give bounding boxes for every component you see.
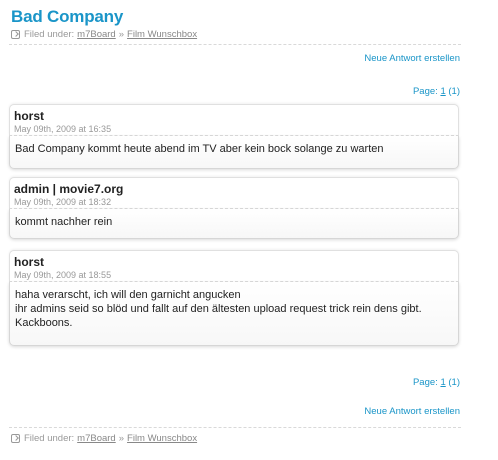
breadcrumb-link-forum[interactable]: Film Wunschbox — [127, 433, 197, 444]
pagination-total: (1) — [448, 86, 460, 97]
post-author: admin | movie7.org — [14, 182, 124, 196]
breadcrumb-link-board[interactable]: m7Board — [77, 29, 116, 40]
post: horst May 09th, 2009 at 18:55 haha verar… — [9, 250, 459, 346]
post-header: horst May 09th, 2009 at 16:35 — [9, 104, 459, 136]
post-date: May 09th, 2009 at 18:32 — [14, 197, 112, 207]
page-link-current[interactable]: 1 — [440, 377, 445, 388]
pagination-label: Page: — [412, 377, 438, 388]
arrow-box-icon — [11, 434, 20, 443]
divider — [9, 427, 461, 428]
new-reply-link[interactable]: Neue Antwort erstellen — [364, 53, 460, 64]
post: admin | movie7.org May 09th, 2009 at 18:… — [9, 177, 459, 239]
post-text-line: kommt nachher rein — [15, 216, 113, 228]
pagination-label: Page: — [412, 86, 438, 97]
post-header: admin | movie7.org May 09th, 2009 at 18:… — [9, 177, 459, 209]
arrow-box-icon — [11, 30, 20, 39]
divider — [9, 44, 461, 45]
post-text-line: Bad Company kommt heute abend im TV aber… — [15, 143, 384, 155]
breadcrumb-prefix: Filed under: — [24, 29, 75, 40]
pagination-total: (1) — [448, 377, 460, 388]
breadcrumb-link-board[interactable]: m7Board — [77, 433, 116, 444]
breadcrumb: Filed under: m7Board » Film Wunschbox — [11, 29, 197, 40]
pagination: Page: 1 (1) — [413, 86, 460, 97]
thread-title: Bad Company — [11, 7, 124, 26]
pagination-bottom: Page: 1 (1) — [413, 377, 460, 388]
breadcrumb-prefix: Filed under: — [24, 433, 75, 444]
post-date: May 09th, 2009 at 16:35 — [14, 124, 112, 134]
new-reply-link-bottom[interactable]: Neue Antwort erstellen — [364, 406, 460, 417]
breadcrumb-link-forum[interactable]: Film Wunschbox — [127, 29, 197, 40]
breadcrumb-bottom: Filed under: m7Board » Film Wunschbox — [11, 433, 197, 444]
breadcrumb-separator: » — [118, 433, 125, 444]
post-body: kommt nachher rein — [9, 209, 459, 239]
post-body: haha verarscht, ich will den garnicht an… — [9, 282, 459, 346]
breadcrumb-separator: » — [118, 29, 125, 40]
page-link-current[interactable]: 1 — [440, 86, 445, 97]
post-text-line: ihr admins seid so blöd und fallt auf de… — [15, 303, 422, 315]
post: horst May 09th, 2009 at 16:35 Bad Compan… — [9, 104, 459, 169]
post-text-line: Kackboons. — [15, 317, 73, 329]
post-author: horst — [14, 109, 44, 123]
post-body: Bad Company kommt heute abend im TV aber… — [9, 136, 459, 169]
post-author: horst — [14, 255, 44, 269]
post-header: horst May 09th, 2009 at 18:55 — [9, 250, 459, 282]
post-date: May 09th, 2009 at 18:55 — [14, 270, 112, 280]
post-text-line: haha verarscht, ich will den garnicht an… — [15, 289, 241, 301]
